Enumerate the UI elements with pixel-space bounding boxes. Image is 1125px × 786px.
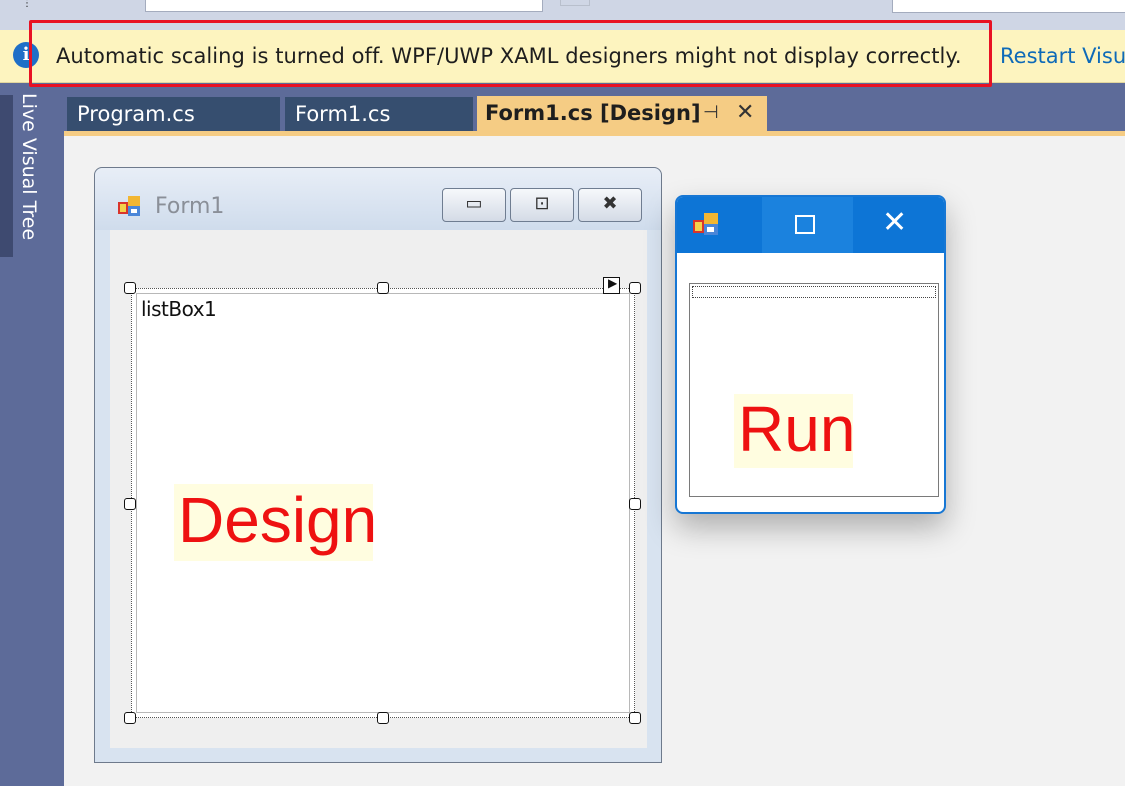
close-icon: ✖: [602, 193, 618, 214]
toolbar-strip: ⋮: [0, 0, 1125, 30]
design-overlay-label: Design: [174, 484, 377, 561]
run-window-titlebar: ✕: [677, 197, 944, 253]
maximize-icon: [795, 215, 815, 234]
resize-handle-top-left[interactable]: [124, 282, 136, 294]
minimize-button[interactable]: ▭: [442, 188, 506, 222]
tab-form1-design[interactable]: Form1.cs [Design] ⊣ ✕: [477, 96, 767, 132]
left-dock: Live Visual Tree: [0, 83, 64, 786]
document-tab-bar: Program.cs Form1.cs Form1.cs [Design] ⊣ …: [64, 83, 1125, 138]
close-icon[interactable]: ✕: [736, 96, 754, 130]
resize-handle-top-right[interactable]: [629, 282, 641, 294]
maximize-icon: ⊡: [534, 193, 550, 214]
resize-handle-left[interactable]: [124, 498, 136, 510]
pin-icon[interactable]: ⊣: [703, 96, 719, 130]
design-form-titlebar: Form1 ▭ ⊡ ✖: [95, 168, 661, 230]
tab-form1-cs[interactable]: Form1.cs: [285, 97, 473, 131]
listbox-focus-rect: [692, 286, 936, 298]
maximize-button[interactable]: ⊡: [510, 188, 574, 222]
resize-handle-top[interactable]: [377, 282, 389, 294]
dock-tab-indicator: [0, 95, 13, 257]
resize-handle-bottom-left[interactable]: [124, 712, 136, 724]
info-bar: i Automatic scaling is turned off. WPF/U…: [0, 30, 1125, 83]
info-icon: i: [13, 42, 39, 68]
form-app-icon: [693, 213, 718, 235]
design-form-title: Form1: [155, 194, 225, 219]
info-message: Automatic scaling is turned off. WPF/UWP…: [56, 44, 962, 68]
restart-link[interactable]: Restart Visua: [1000, 44, 1125, 68]
minimize-icon: ▭: [465, 193, 483, 214]
listbox-name-label: listBox1: [141, 297, 217, 321]
toolbar-dropdown[interactable]: [145, 0, 543, 12]
tab-label: Form1.cs: [295, 102, 391, 126]
run-close-button[interactable]: ✕: [882, 203, 907, 243]
resize-handle-bottom-right[interactable]: [629, 712, 641, 724]
tab-label: Program.cs: [77, 102, 195, 126]
toolbar-grip-icon: ⋮: [22, 0, 32, 9]
resize-handle-bottom[interactable]: [377, 712, 389, 724]
tab-program-cs[interactable]: Program.cs: [67, 97, 280, 131]
tab-label: Form1.cs [Design]: [485, 101, 701, 125]
toolbar-search-box[interactable]: [892, 0, 1125, 13]
live-visual-tree-tab[interactable]: Live Visual Tree: [18, 93, 40, 240]
run-overlay-label: Run: [734, 394, 855, 468]
smart-tag-arrow-icon[interactable]: ▶: [603, 276, 620, 294]
resize-handle-right[interactable]: [629, 498, 641, 510]
toolbar-dim-icon: [560, 0, 590, 6]
form-app-icon: [118, 196, 140, 216]
close-button[interactable]: ✖: [578, 188, 642, 222]
